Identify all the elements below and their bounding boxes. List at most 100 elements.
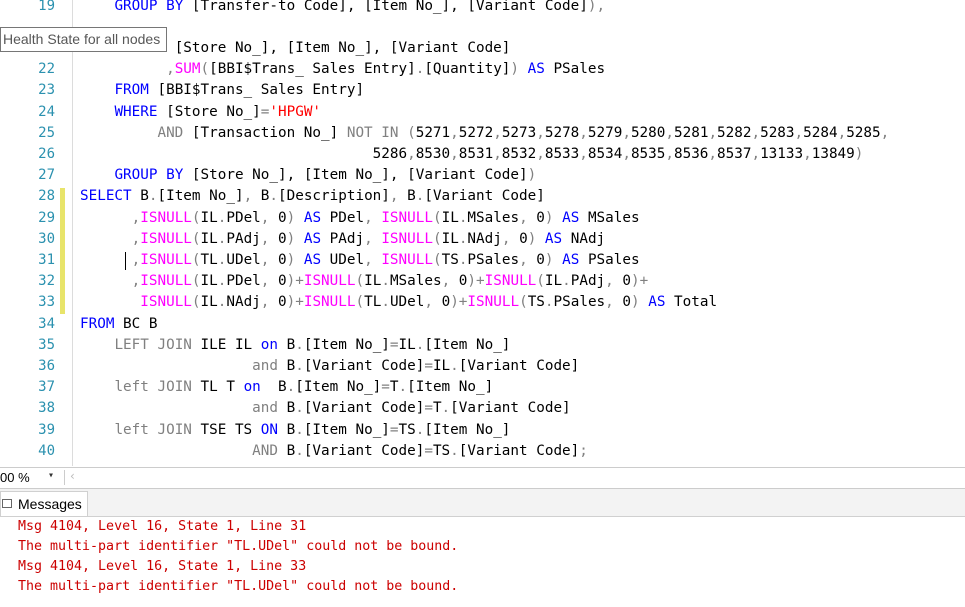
code-text[interactable]: SELECT B.[Item No_], B.[Description], B.… [80, 186, 545, 207]
operator-token: , [579, 124, 588, 141]
code-line[interactable]: 22 ,SUM([BBI$Trans_ Sales Entry].[Quanti… [0, 59, 965, 80]
scroll-left-icon[interactable]: ‹ [70, 469, 75, 483]
code-token: IL [441, 209, 459, 226]
code-text[interactable]: WHERE [Store No_]='HPGW' [80, 102, 321, 123]
code-text[interactable]: GROUP BY [Transfer-to Code], [Item No_],… [80, 0, 605, 17]
code-token: TSE TS [191, 421, 261, 438]
code-text[interactable]: left JOIN TL T on B.[Item No_]=T.[Item N… [80, 377, 493, 398]
code-token: PAdj [226, 230, 261, 247]
zoom-dropdown-icon[interactable]: ▾ [48, 470, 54, 481]
function-token: ISNULL [140, 230, 192, 247]
code-text[interactable]: left JOIN TSE TS ON B.[Item No_]=TS.[Ite… [80, 420, 510, 441]
code-text[interactable]: ,ISNULL(TL.UDel, 0) AS UDel, ISNULL(TS.P… [80, 250, 640, 271]
code-line[interactable]: 36 and B.[Variant Code]=IL.[Variant Code… [0, 356, 965, 377]
code-line[interactable]: 38 and B.[Variant Code]=T.[Variant Code] [0, 398, 965, 419]
code-line[interactable]: 39 left JOIN TSE TS ON B.[Item No_]=TS.[… [0, 420, 965, 441]
code-token: 8537 [717, 146, 752, 162]
operator-token: left JOIN [114, 379, 192, 396]
code-line[interactable]: 34 FROM BC B [0, 314, 965, 335]
keyword-token: AS [544, 230, 563, 247]
tooltip: Health State for all nodes [0, 27, 168, 52]
code-line[interactable]: 23 FROM [BBI$Trans_ Sales Entry] [0, 80, 965, 101]
results-pane: Messages Msg 4104, Level 16, State 1, Li… [0, 488, 965, 607]
operator-token: NOT IN [346, 124, 399, 141]
code-token: PDel [226, 209, 261, 226]
operator-token: = [389, 336, 399, 353]
operator-token: . [295, 358, 304, 374]
function-token: ISNULL [303, 294, 356, 311]
code-line[interactable]: 25 AND [Transaction No_] NOT IN (5271,52… [0, 123, 965, 144]
code-line[interactable]: 30 ,ISNULL(IL.PAdj, 0) AS PAdj, ISNULL(I… [0, 229, 965, 250]
operator-token: . [295, 442, 304, 459]
operator-token: )+ [286, 294, 304, 311]
code-token: 8531 [458, 146, 494, 162]
line-number: 19 [38, 0, 55, 14]
code-text[interactable]: FROM BC B [80, 314, 157, 335]
operator-token: , [622, 124, 631, 141]
code-text[interactable]: 5286,8530,8531,8532,8533,8534,8535,8536,… [80, 144, 864, 165]
code-token: 5278 [544, 124, 580, 141]
code-text[interactable]: FROM [BBI$Trans_ Sales Entry] [80, 80, 364, 101]
sql-editor[interactable]: 19 GROUP BY [Transfer-to Code], [Item No… [0, 0, 965, 466]
code-token: [Quantity] [424, 61, 511, 78]
keyword-token: AS [562, 209, 580, 226]
code-token: [Store No_] [157, 103, 261, 120]
code-token: IL [432, 358, 451, 374]
code-line[interactable]: 33 ISNULL(IL.NAdj, 0)+ISNULL(TL.UDel, 0)… [0, 292, 965, 313]
operator-token: . [286, 379, 296, 396]
code-line[interactable]: 37 left JOIN TL T on B.[Item No_]=T.[Ite… [0, 377, 965, 398]
operator-token: , [243, 188, 253, 205]
code-token: NAdj [226, 294, 261, 311]
operator-token: , [441, 273, 451, 290]
code-text[interactable]: AND [Transaction No_] NOT IN (5271,5272,… [80, 123, 889, 144]
operator-token: . [398, 379, 408, 396]
code-line[interactable]: 35 LEFT JOIN ILE IL on B.[Item No_]=IL.[… [0, 335, 965, 356]
code-token: TL [364, 294, 382, 311]
code-line[interactable]: 40 AND B.[Variant Code]=TS.[Variant Code… [0, 441, 965, 462]
operator-token: , [665, 124, 674, 141]
code-line[interactable]: 19 GROUP BY [Transfer-to Code], [Item No… [0, 0, 965, 17]
code-token: [Variant Code] [303, 400, 425, 417]
zoom-bar: 00 % ▾ ‹ [0, 467, 965, 488]
code-text[interactable]: ,SUM([BBI$Trans_ Sales Entry].[Quantity]… [80, 59, 605, 80]
code-text[interactable]: LEFT JOIN ILE IL on B.[Item No_]=IL.[Ite… [80, 335, 510, 356]
line-number: 34 [38, 315, 55, 332]
code-line[interactable]: 29 ,ISNULL(IL.PDel, 0) AS PDel, ISNULL(I… [0, 208, 965, 229]
tab-messages[interactable]: Messages [0, 491, 88, 516]
code-line[interactable]: 28 SELECT B.[Item No_], B.[Description], … [0, 186, 965, 207]
keyword-token: AS [648, 294, 666, 311]
operator-token: AND [157, 124, 184, 141]
code-text[interactable]: ,ISNULL(IL.PAdj, 0) AS PAdj, ISNULL(IL.N… [80, 229, 606, 250]
code-line[interactable]: 27 GROUP BY [Store No_], [Item No_], [Va… [0, 165, 965, 186]
code-text[interactable]: GROUP BY [Store No_], [Item No_], [Varia… [80, 165, 536, 186]
line-number: 36 [38, 358, 55, 374]
code-token: 0 [269, 252, 287, 268]
code-line[interactable]: 31 ,ISNULL(TL.UDel, 0) AS UDel, ISNULL(T… [0, 250, 965, 271]
code-line[interactable]: 24 WHERE [Store No_]='HPGW' [0, 102, 965, 123]
code-token: [Item No_] [303, 336, 390, 353]
code-text[interactable]: ISNULL(IL.NAdj, 0)+ISNULL(TL.UDel, 0)+IS… [80, 292, 717, 313]
code-text[interactable]: and B.[Variant Code]=T.[Variant Code] [80, 398, 571, 419]
code-token: IL [544, 273, 563, 290]
code-text[interactable]: ,ISNULL(IL.PDel, 0) AS PDel, ISNULL(IL.M… [80, 208, 640, 229]
code-token: B [277, 358, 296, 374]
operator-token: , [493, 124, 502, 141]
code-token: 13133 [760, 146, 804, 162]
zoom-level[interactable]: 00 % [0, 468, 30, 488]
code-text[interactable]: ,ISNULL(IL.PDel, 0)+ISNULL(IL.MSales, 0)… [80, 271, 649, 292]
code-line[interactable]: 26 5286,8530,8531,8532,8533,8534,8535,85… [0, 144, 965, 165]
code-token: 5273 [501, 124, 537, 141]
code-text[interactable]: AND B.[Variant Code]=TS.[Variant Code]; [80, 441, 588, 462]
function-token: ISNULL [467, 294, 520, 311]
code-line[interactable]: 32 ,ISNULL(IL.PDel, 0)+ISNULL(IL.MSales,… [0, 271, 965, 292]
code-text[interactable]: and B.[Variant Code]=IL.[Variant Code] [80, 356, 579, 377]
function-token: ISNULL [381, 230, 433, 247]
code-token: IL [441, 230, 459, 247]
operator-token: = [424, 400, 433, 417]
